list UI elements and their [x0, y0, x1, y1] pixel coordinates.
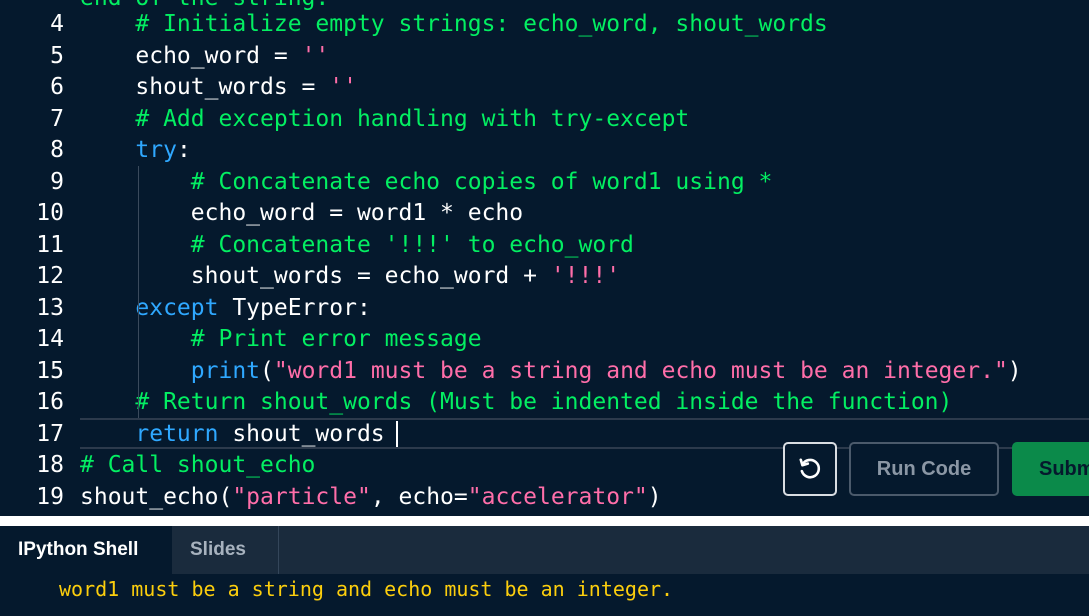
line-number: 8	[50, 137, 64, 163]
code-token: )	[647, 483, 662, 510]
code-token: shout_words =	[80, 74, 330, 100]
line-number: 15	[36, 357, 64, 384]
line-number: 18	[36, 452, 64, 478]
code-string: ''	[301, 42, 330, 69]
code-text: # Return shout_words (Must be indented i…	[80, 387, 952, 418]
code-line[interactable]: 15 print("word1 must be a string and ech…	[0, 356, 1089, 387]
line-number: 14	[36, 326, 64, 352]
line-number: 19	[36, 483, 64, 510]
line-number: 6	[50, 74, 64, 100]
code-string: "particle"	[232, 483, 371, 510]
code-text: # Add exception handling with try-except	[80, 104, 689, 135]
code-text: echo_word = ''	[80, 41, 329, 72]
ipython-shell[interactable]: word1 must be a string and echo must be …	[0, 574, 1089, 616]
tab-slides[interactable]: Slides	[172, 526, 279, 574]
code-comment: # Return shout_words (Must be indented i…	[135, 389, 953, 415]
code-text: shout_echo("particle", echo="accelerator…	[80, 482, 662, 513]
code-token: TypeError:	[218, 294, 371, 321]
code-line[interactable]: 14 # Print error message	[0, 324, 1089, 355]
code-text: except TypeError:	[80, 293, 371, 324]
code-text: echo_word = word1 * echo	[80, 198, 523, 229]
reset-icon	[799, 458, 821, 479]
code-text: shout_words = echo_word + '!!!'	[80, 261, 620, 292]
line-number: 10	[36, 200, 64, 226]
line-number: 13	[36, 294, 64, 321]
reset-button[interactable]	[783, 442, 837, 496]
line-number: 5	[50, 42, 64, 69]
line-number: 7	[50, 105, 64, 132]
code-token: echo_word =	[80, 42, 302, 69]
code-comment: # Concatenate echo copies of word1 using…	[190, 168, 773, 195]
code-comment: # Call shout_echo	[80, 452, 316, 478]
code-keyword: print	[190, 357, 261, 384]
line-number: 4	[50, 11, 64, 37]
code-line[interactable]: 8 try:	[0, 135, 1089, 166]
submit-answer-button[interactable]: Submit Answer	[1012, 442, 1089, 496]
code-token: echo_word = word1 * echo	[80, 200, 524, 226]
code-text: shout_words = ''	[80, 72, 357, 103]
line-number: 9	[50, 168, 64, 195]
code-text: # Call shout_echo	[80, 450, 315, 481]
code-comment: # Concatenate '!!!' to echo_word	[190, 231, 634, 258]
code-comment: # Print error message	[190, 326, 482, 352]
code-token: , echo=	[370, 483, 468, 510]
line-number: 16	[36, 389, 64, 415]
shell-output: word1 must be a string and echo must be …	[59, 577, 674, 601]
code-line[interactable]: 10 echo_word = word1 * echo	[0, 198, 1089, 229]
code-token: shout_echo(	[80, 483, 233, 510]
code-string: "word1 must be a string and echo must be…	[273, 357, 1008, 384]
line-number: 17	[36, 420, 64, 447]
text-caret	[396, 421, 398, 447]
code-string: ''	[329, 74, 357, 100]
code-token: shout_words = echo_word +	[80, 263, 551, 289]
code-line[interactable]: 16 # Return shout_words (Must be indente…	[0, 387, 1089, 418]
line-number: 11	[36, 231, 64, 258]
run-code-button[interactable]: Run Code	[849, 442, 999, 496]
code-text: # Concatenate '!!!' to echo_word	[80, 230, 634, 261]
code-line[interactable]: 6 shout_words = ''	[0, 72, 1089, 103]
code-line[interactable]: 13 except TypeError:	[0, 293, 1089, 324]
code-text: # Initialize empty strings: echo_word, s…	[80, 9, 828, 40]
code-text: # Concatenate echo copies of word1 using…	[80, 167, 773, 198]
code-line[interactable]: 4 # Initialize empty strings: echo_word,…	[0, 9, 1089, 40]
code-text: try:	[80, 135, 191, 166]
code-line[interactable]: 11 # Concatenate '!!!' to echo_word	[0, 230, 1089, 261]
code-string: '!!!'	[550, 263, 621, 289]
console-tab-bar: IPython Shell Slides	[0, 526, 1089, 574]
code-token: (	[260, 357, 274, 384]
code-comment: # Add exception handling with try-except	[135, 105, 690, 132]
code-token: :	[176, 137, 191, 163]
code-line[interactable]: 9 # Concatenate echo copies of word1 usi…	[0, 167, 1089, 198]
submit-label: Submit Answer	[1039, 457, 1089, 480]
code-editor[interactable]: end of the string. 4 # Initialize empty …	[0, 0, 1089, 516]
code-line[interactable]: 12 shout_words = echo_word + '!!!'	[0, 261, 1089, 292]
tab-ipython-shell[interactable]: IPython Shell	[0, 526, 172, 574]
code-comment: # Initialize empty strings: echo_word, s…	[135, 11, 828, 37]
code-text: print("word1 must be a string and echo m…	[80, 356, 1022, 387]
code-token: )	[1007, 357, 1022, 384]
code-keyword: except	[135, 294, 219, 321]
code-line[interactable]: 5 echo_word = ''	[0, 41, 1089, 72]
code-string: "accelerator"	[467, 483, 648, 510]
code-text: # Print error message	[80, 324, 482, 355]
indent-guide	[138, 324, 139, 387]
code-keyword: try	[135, 137, 177, 163]
line-number: 12	[36, 263, 64, 289]
code-line[interactable]: 7 # Add exception handling with try-exce…	[0, 104, 1089, 135]
pane-divider[interactable]	[0, 516, 1089, 526]
